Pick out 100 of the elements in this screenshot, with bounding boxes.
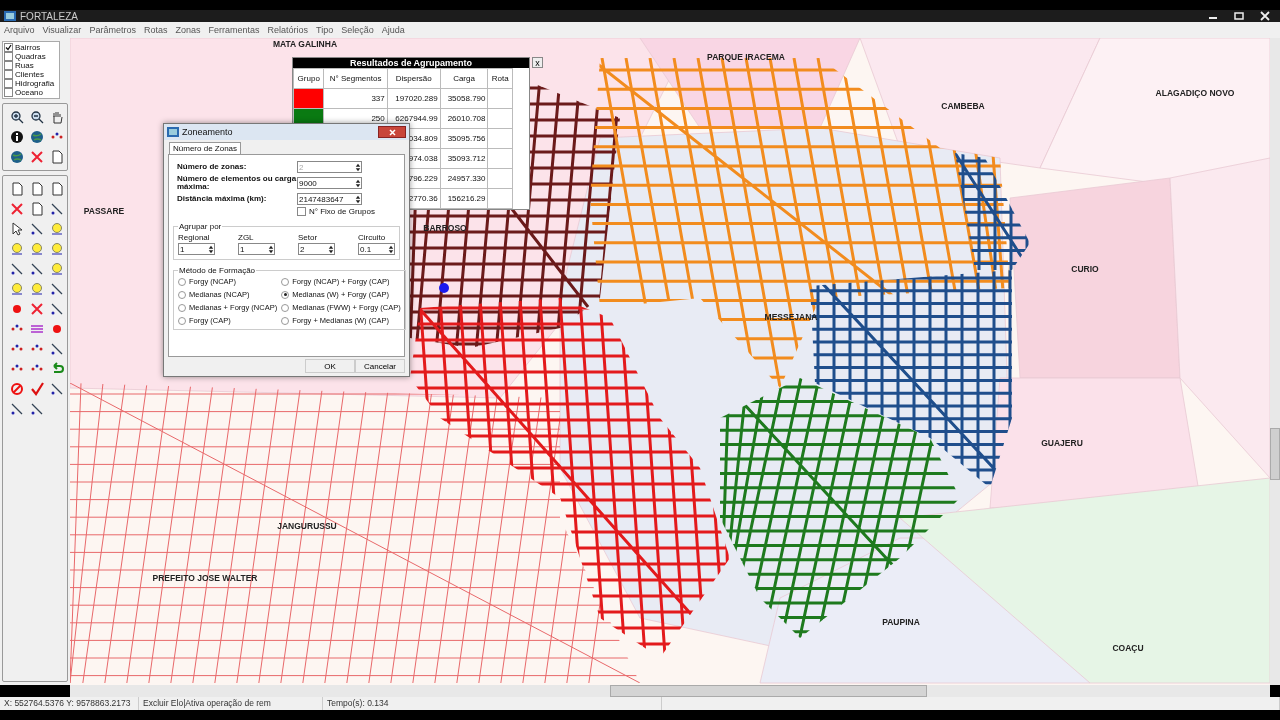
table-cell: 35095.756 <box>440 128 488 149</box>
spin-field[interactable]: 1 <box>238 243 275 255</box>
info-icon[interactable] <box>10 130 24 144</box>
menu-item[interactable]: Ferramentas <box>208 25 260 35</box>
document-icon[interactable] <box>30 202 44 216</box>
radio-button[interactable] <box>178 303 186 312</box>
dot-icon[interactable] <box>50 322 64 336</box>
menu-item[interactable]: Parâmetros <box>89 25 136 35</box>
radio-button[interactable] <box>178 277 186 286</box>
column-header: N° Segmentos <box>323 68 388 89</box>
line-icon[interactable] <box>30 402 44 416</box>
menu-item[interactable]: Relatórios <box>267 25 308 35</box>
globe-icon[interactable] <box>10 150 24 164</box>
lines-icon[interactable] <box>30 322 44 336</box>
node-icon[interactable] <box>10 282 24 296</box>
tab[interactable]: Número de Zonas <box>169 142 242 154</box>
layer-checkbox[interactable] <box>4 43 13 52</box>
node-icon[interactable] <box>30 242 44 256</box>
status-text: X: 552764.5376 Y: 9578863.2173 <box>0 697 139 710</box>
spin-arrows-icon[interactable] <box>268 244 274 254</box>
column-header: Dispersão <box>387 68 441 89</box>
layer-checkbox[interactable] <box>4 61 13 70</box>
menu-item[interactable]: Rotas <box>143 25 168 35</box>
menu-item[interactable]: Arquivo <box>4 25 35 35</box>
status-text: Excluir Elo|Ativa operação de rem <box>139 697 323 710</box>
neighborhood-label: CURIO <box>1071 264 1099 274</box>
layer-checkbox[interactable] <box>4 88 13 97</box>
app-icon <box>167 127 179 137</box>
neighborhood-label: GUAJERU <box>1041 438 1083 448</box>
check-icon[interactable] <box>30 382 44 396</box>
node-icon[interactable] <box>50 222 64 236</box>
spin-arrows-icon[interactable] <box>208 244 214 254</box>
line-icon[interactable] <box>50 302 64 316</box>
forbidden-icon[interactable] <box>10 382 24 396</box>
spin-field[interactable]: 9000 <box>297 177 362 189</box>
document-icon[interactable] <box>10 182 24 196</box>
undo-icon[interactable] <box>50 362 64 376</box>
layer-checkbox[interactable] <box>4 70 13 79</box>
radio-button[interactable] <box>178 290 186 299</box>
menu-item[interactable]: Seleção <box>341 25 374 35</box>
line-icon[interactable] <box>50 382 64 396</box>
line-icon[interactable] <box>50 202 64 216</box>
spin-field[interactable]: 2 <box>298 243 335 255</box>
node-icon[interactable] <box>30 282 44 296</box>
spin-arrows-icon[interactable] <box>355 178 361 188</box>
pointer-icon[interactable] <box>10 222 24 236</box>
document-icon[interactable] <box>50 182 64 196</box>
spin-arrows-icon[interactable] <box>355 194 361 204</box>
layer-label: Clientes <box>15 70 44 79</box>
field-label: Setor <box>298 233 319 242</box>
document-icon[interactable] <box>30 182 44 196</box>
line-icon[interactable] <box>30 262 44 276</box>
table-cell: 337 <box>323 88 388 109</box>
dialog-button[interactable]: OK <box>305 359 355 373</box>
spin-field[interactable]: 1 <box>178 243 215 255</box>
dialog-title: Zoneamento <box>182 127 234 137</box>
close-button[interactable]: x <box>532 57 543 68</box>
column-header: Carga <box>440 68 488 89</box>
node-icon[interactable] <box>50 242 64 256</box>
line-icon[interactable] <box>50 282 64 296</box>
scrollbar[interactable] <box>1270 38 1280 685</box>
menu-item[interactable]: Tipo <box>316 25 334 35</box>
neighborhood-label: PAUPINA <box>882 617 920 627</box>
line-icon[interactable] <box>50 342 64 356</box>
field-label: Número de elementos ou carga máxima: <box>177 175 297 191</box>
field-label: Regional <box>178 233 211 242</box>
menu-item[interactable]: Visualizar <box>42 25 82 35</box>
menu-item[interactable]: Ajuda <box>381 25 405 35</box>
spin-arrows-icon[interactable] <box>388 244 394 254</box>
zoom-out-icon[interactable] <box>30 110 44 124</box>
radio-button[interactable] <box>281 316 290 325</box>
node-icon[interactable] <box>50 262 64 276</box>
spin-field[interactable]: 2147483647 <box>297 193 362 205</box>
spin-arrows-icon[interactable] <box>328 244 334 254</box>
checkbox[interactable] <box>297 207 306 216</box>
neighborhood-label: ALAGADIÇO NOVO <box>1155 88 1235 98</box>
radio-button[interactable] <box>281 290 290 299</box>
dot-icon[interactable] <box>10 302 24 316</box>
group-title: Agrupar por <box>178 222 223 231</box>
layer-checkbox[interactable] <box>4 79 13 88</box>
globe-icon[interactable] <box>30 130 44 144</box>
cross-icon[interactable] <box>30 150 44 164</box>
dialog-button[interactable]: Cancelar <box>355 359 405 373</box>
spin-field[interactable]: 0.1 <box>358 243 395 255</box>
neighborhood-label: PASSARE <box>83 206 125 216</box>
line-icon[interactable] <box>10 402 24 416</box>
radio-button[interactable] <box>281 303 290 312</box>
zoom-in-icon[interactable] <box>10 110 24 124</box>
line-icon[interactable] <box>30 222 44 236</box>
node-icon[interactable] <box>10 242 24 256</box>
menu-item[interactable]: Zonas <box>175 25 201 35</box>
cross-icon[interactable] <box>10 202 24 216</box>
document-icon[interactable] <box>50 150 64 164</box>
line-icon[interactable] <box>10 262 24 276</box>
layer-checkbox[interactable] <box>4 52 13 61</box>
cross-icon[interactable] <box>30 302 44 316</box>
radio-button[interactable] <box>281 277 290 286</box>
close-button[interactable] <box>378 126 406 138</box>
radio-button[interactable] <box>178 316 186 325</box>
scrollbar[interactable] <box>70 685 1270 697</box>
